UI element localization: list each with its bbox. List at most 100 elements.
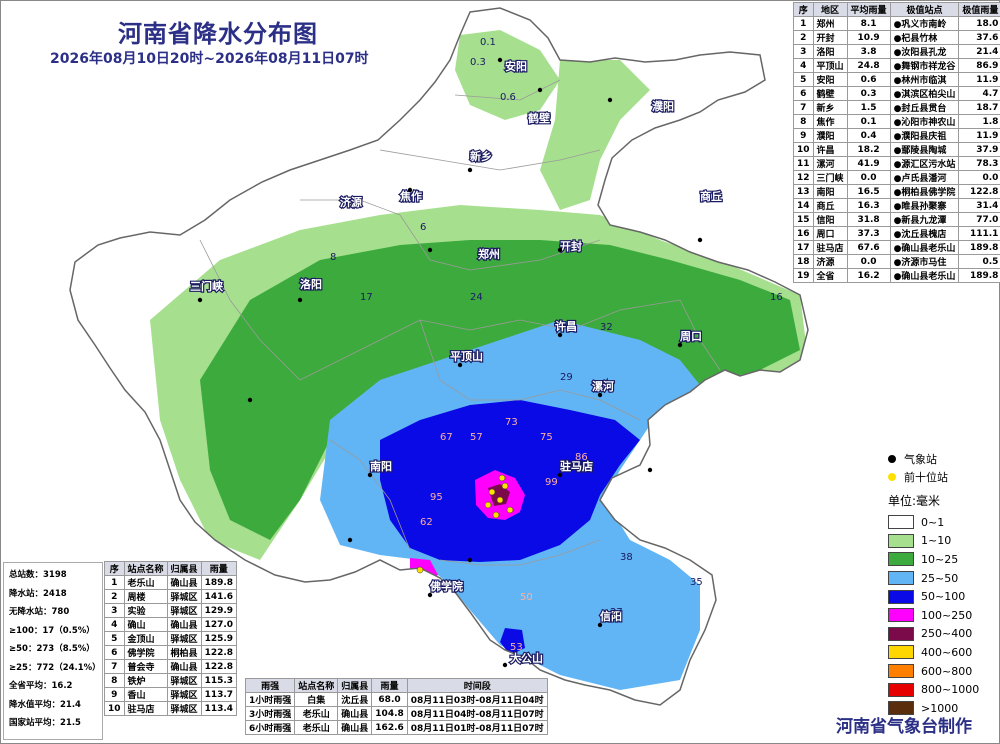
top-table-cell: 122.8 — [200, 659, 238, 674]
top-table-cell: 129.9 — [200, 603, 238, 618]
hour-table-cell: 08月11日04时-08月11日07时 — [406, 706, 548, 721]
hour-table-cell: 沈丘县 — [337, 692, 373, 707]
map-rain-value: 38 — [620, 552, 633, 563]
map-place-label: 漯河 — [592, 379, 614, 393]
city-table-cell: 37.3 — [846, 226, 891, 241]
top-table-cell: 127.0 — [200, 617, 238, 632]
city-table-cell: 0.0 — [846, 170, 891, 185]
city-table-cell: 37.6 — [958, 30, 1000, 45]
map-place-label: 大公山 — [510, 651, 543, 665]
top-table-row: 2 周楼 驿城区 141.6 — [104, 589, 238, 604]
city-table-cell: 7 — [793, 100, 814, 115]
city-table-cell: 11 — [793, 156, 814, 171]
stats-rain: 降水站：2418 — [9, 588, 67, 599]
city-table-cell: 3 — [793, 44, 814, 59]
legend-station-label: 气象站 — [904, 453, 937, 466]
top-table-cell: 金顶山 — [123, 631, 168, 646]
legend-item: 25~50 — [888, 569, 988, 588]
city-table-cell: 许昌 — [812, 142, 848, 157]
city-table-cell: 19 — [793, 268, 814, 283]
top-table-cell: 1 — [104, 575, 125, 590]
city-table-row: 8 焦作 0.1 ●沁阳市神农山 1.8 — [793, 114, 1000, 129]
hour-table-cell: 确山县 — [337, 706, 373, 721]
station-dot — [557, 332, 563, 338]
legend-item: 0~1 — [888, 513, 988, 532]
city-table-cell: 31.8 — [846, 212, 891, 227]
city-table-cell: 11.9 — [958, 72, 1000, 87]
station-dot-icon — [888, 455, 896, 463]
city-table-cell: 开封 — [812, 30, 848, 45]
city-table-cell: 4.7 — [958, 86, 1000, 101]
station-dot — [497, 57, 503, 63]
hour-table-cell: 老乐山 — [294, 720, 339, 735]
map-place-label: 商丘 — [700, 189, 722, 203]
city-table-cell: 漯河 — [812, 156, 848, 171]
city-col-region: 地区 — [812, 2, 848, 17]
hour-col-period: 时间段 — [406, 678, 548, 693]
map-place-label: 平顶山 — [450, 349, 483, 363]
hour-table-cell: 162.6 — [371, 720, 408, 735]
legend-swatch — [888, 533, 914, 548]
city-table-cell: 安阳 — [812, 72, 848, 87]
map-rain-value: 6 — [420, 222, 426, 233]
map-title: 河南省降水分布图 — [118, 20, 318, 48]
city-table-cell: 驻马店 — [812, 240, 848, 255]
top-col-rain: 雨量 — [200, 561, 238, 576]
city-table-cell: 16.2 — [846, 268, 891, 283]
legend-item: 250~400 — [888, 625, 988, 644]
city-table-cell: 0.4 — [846, 128, 891, 143]
city-table-cell: 2 — [793, 30, 814, 45]
city-table-row: 10 许昌 18.2 ●鄢陵县陶城 37.9 — [793, 142, 1000, 157]
map-place-label: 鹤壁 — [528, 111, 550, 125]
top10-station-dot — [416, 566, 424, 574]
legend-item-label: 10~25 — [921, 552, 959, 566]
legend-item-label: 50~100 — [921, 590, 966, 604]
city-table-cell: 0.0 — [846, 254, 891, 269]
legend-swatch — [888, 626, 914, 641]
city-table-cell: 16.3 — [846, 198, 891, 213]
map-rain-value: 24 — [470, 292, 483, 303]
city-table-cell: 8.1 — [846, 16, 891, 31]
map-rain-value: 0.6 — [500, 92, 516, 103]
top-table-cell: 3 — [104, 603, 125, 618]
legend-swatch — [888, 571, 914, 586]
city-table-cell: 焦作 — [812, 114, 848, 129]
top-table-cell: 113.4 — [200, 701, 238, 716]
top-table-row: 10 驻马店 驿城区 113.4 — [104, 701, 238, 716]
city-table-cell: 南阳 — [812, 184, 848, 199]
city-table-cell: 10.9 — [846, 30, 891, 45]
city-col-avg: 平均雨量 — [846, 2, 891, 17]
map-rain-value: 16 — [770, 292, 783, 303]
station-dot — [607, 97, 613, 103]
top-table-cell: 桐柏县 — [166, 645, 202, 660]
top-table-cell: 驿城区 — [166, 673, 202, 688]
top-table-cell: 5 — [104, 631, 125, 646]
station-dot — [557, 472, 563, 478]
city-table-cell: ●封丘县贯台 — [889, 100, 960, 115]
top10-station-dot — [498, 474, 506, 482]
top-table-cell: 7 — [104, 659, 125, 674]
city-table-cell: 18 — [793, 254, 814, 269]
city-table-cell: ●巩义市南岭 — [889, 16, 960, 31]
top-table-cell: 驿城区 — [166, 701, 202, 716]
map-place-label: 济源 — [340, 195, 362, 209]
legend-item-label: 1~10 — [921, 534, 952, 548]
city-table-cell: 41.9 — [846, 156, 891, 171]
legend-swatch — [888, 645, 914, 660]
stats-ge25: ≥25：772（24.1%） — [9, 662, 101, 673]
legend-item-label: 400~600 — [921, 645, 973, 659]
city-table-cell: 18.7 — [958, 100, 1000, 115]
map-rain-value: 29 — [560, 372, 573, 383]
city-table-cell: ●汝阳县孔龙 — [889, 44, 960, 59]
city-table-cell: 24.8 — [846, 58, 891, 73]
city-table-cell: ●确山县老乐山 — [889, 240, 960, 255]
top-table-cell: 驿城区 — [166, 631, 202, 646]
top-table-row: 8 铁炉 驿城区 115.3 — [104, 673, 238, 688]
hour-table-cell: 确山县 — [337, 720, 373, 735]
top-table-cell: 实验 — [123, 603, 168, 618]
city-table-header-row: 序 地区 平均雨量 极值站点 极值雨量 — [793, 2, 1000, 17]
city-table-cell: 78.3 — [958, 156, 1000, 171]
station-dot — [297, 297, 303, 303]
city-table-cell: 0.3 — [846, 86, 891, 101]
city-table-cell: 16.5 — [846, 184, 891, 199]
